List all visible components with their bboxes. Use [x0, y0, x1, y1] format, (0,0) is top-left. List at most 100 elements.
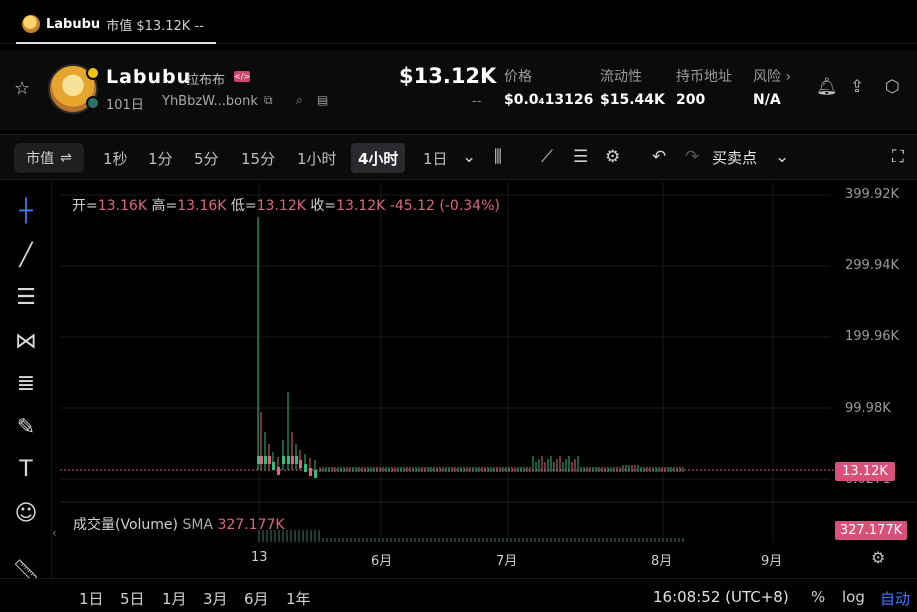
fib-icon[interactable]: ≣	[12, 370, 40, 398]
fullscreen-icon[interactable]: ⛶	[892, 147, 904, 167]
token-tab[interactable]: Labubu 市值 $13.12K --	[16, 6, 216, 44]
favorite-star-icon[interactable]: ☆	[14, 78, 30, 99]
link-tag-icon[interactable]: </>	[234, 71, 250, 82]
volume-bar	[666, 538, 668, 542]
horizontal-lines-icon[interactable]: ☰	[12, 284, 40, 312]
chevron-down-icon[interactable]: ⌄	[775, 147, 789, 167]
percent-toggle[interactable]: %	[811, 588, 825, 606]
collapse-sidebar-icon[interactable]: ‹	[52, 526, 57, 540]
high-label: 高=	[151, 198, 178, 214]
card-icon[interactable]: ▤	[317, 93, 328, 107]
volume-bar	[354, 538, 356, 542]
x-tick: 7月	[496, 554, 518, 569]
chart-settings-icon[interactable]: ⚙	[871, 548, 885, 567]
stat-risk[interactable]: 风险 › N/A	[753, 66, 791, 108]
trend-line-icon[interactable]: ╱	[12, 242, 40, 270]
sma-value: 327.177K	[217, 517, 285, 533]
auto-toggle[interactable]: 自动	[880, 588, 910, 609]
y-tick: 299.94K	[845, 258, 900, 273]
volume-bar	[466, 538, 468, 542]
emoji-icon[interactable]: ☺	[12, 500, 40, 528]
volume-bar	[490, 538, 492, 542]
sma-label: SMA	[182, 517, 213, 533]
interval-1h[interactable]: 1小时	[290, 143, 344, 173]
interval-4h[interactable]: 4小时	[351, 143, 406, 173]
volume-bar	[678, 538, 680, 542]
volume-bar	[606, 538, 608, 542]
volume-bar	[310, 530, 312, 542]
range-5d[interactable]: 5日	[120, 588, 145, 609]
contract-address[interactable]: YhBbzW...bonk	[162, 94, 258, 109]
volume-bar	[662, 538, 664, 542]
range-1d[interactable]: 1日	[79, 588, 104, 609]
x-tick: 9月	[761, 554, 783, 569]
volume-legend: 成交量(Volume) SMA 327.177K	[73, 514, 285, 534]
range-6m[interactable]: 6月	[244, 588, 269, 609]
volume-bar	[338, 538, 340, 542]
interval-1m[interactable]: 1分	[141, 143, 180, 173]
alert-bell-icon[interactable]: 🔔︎	[816, 77, 838, 97]
risk-label: 风险	[753, 69, 781, 85]
volume-bar	[518, 538, 520, 542]
candle-body	[272, 462, 275, 470]
volume-bar	[566, 538, 568, 542]
list-icon[interactable]: ☰	[573, 147, 588, 167]
trades-toggle[interactable]: 买卖点	[712, 147, 757, 168]
volume-tag: 327.177K	[835, 521, 907, 540]
ohlc-legend: 开=13.16K 高=13.16K 低=13.12K 收=13.12K -45.…	[72, 195, 500, 215]
redo-icon[interactable]: ↷	[685, 147, 699, 167]
volume-bar	[390, 538, 392, 542]
log-toggle[interactable]: log	[842, 588, 865, 606]
volume-bar	[578, 538, 580, 542]
volume-bar	[570, 538, 572, 542]
close-label: 收=	[310, 198, 337, 214]
volume-bar	[630, 538, 632, 542]
volume-bar	[410, 538, 412, 542]
share-icon[interactable]: ⇪	[850, 77, 864, 97]
text-icon[interactable]: T	[12, 456, 40, 484]
volume-bar	[494, 538, 496, 542]
volume-bar	[562, 538, 564, 542]
volume-bar	[486, 538, 488, 542]
candle-body	[287, 456, 290, 464]
range-1y[interactable]: 1年	[286, 588, 311, 609]
volume-bar	[426, 538, 428, 542]
range-1m[interactable]: 1月	[162, 588, 187, 609]
copy-icon[interactable]: ⧉	[264, 93, 273, 108]
stat-value: $0.0₄13126	[504, 92, 594, 108]
settings-hex-icon[interactable]: ⬡	[885, 77, 900, 97]
metric-toggle-button[interactable]: 市值 ⇌	[14, 143, 84, 173]
stat-holders: 持币地址 200	[676, 66, 732, 108]
volume-bar	[586, 538, 588, 542]
undo-icon[interactable]: ↶	[652, 147, 666, 167]
chart-clock[interactable]: 16:08:52 (UTC+8)	[653, 588, 789, 606]
pattern-icon[interactable]: ⋈	[12, 328, 40, 356]
candlestick-icon[interactable]: ⫼	[494, 147, 502, 167]
volume-bar	[334, 538, 336, 542]
change-value: -45.12 (-0.34%)	[389, 198, 500, 214]
token-name-cn: 拉布布	[186, 73, 226, 88]
volume-bar	[538, 538, 540, 542]
volume-bar	[342, 538, 344, 542]
interval-15m[interactable]: 15分	[234, 143, 282, 173]
volume-bars	[258, 530, 684, 542]
interval-1s[interactable]: 1秒	[96, 143, 135, 173]
brush-icon[interactable]: ✎	[12, 414, 40, 442]
indicators-icon[interactable]: ⟋	[541, 147, 553, 167]
volume-bar	[474, 538, 476, 542]
interval-5m[interactable]: 5分	[187, 143, 226, 173]
low-value: 13.12K	[256, 198, 306, 214]
volume-bar	[674, 538, 676, 542]
range-3m[interactable]: 3月	[203, 588, 228, 609]
search-icon[interactable]: ⌕	[296, 93, 303, 108]
gear-icon[interactable]: ⚙	[605, 147, 620, 167]
volume-bar	[398, 538, 400, 542]
volume-bar	[298, 530, 300, 542]
crosshair-icon[interactable]: ┼	[12, 198, 40, 226]
chevron-down-icon[interactable]: ⌄	[462, 147, 476, 167]
volume-bar	[574, 538, 576, 542]
interval-1d[interactable]: 1日	[416, 143, 455, 173]
volume-bar	[502, 538, 504, 542]
volume-bar	[402, 538, 404, 542]
volume-bar	[458, 538, 460, 542]
